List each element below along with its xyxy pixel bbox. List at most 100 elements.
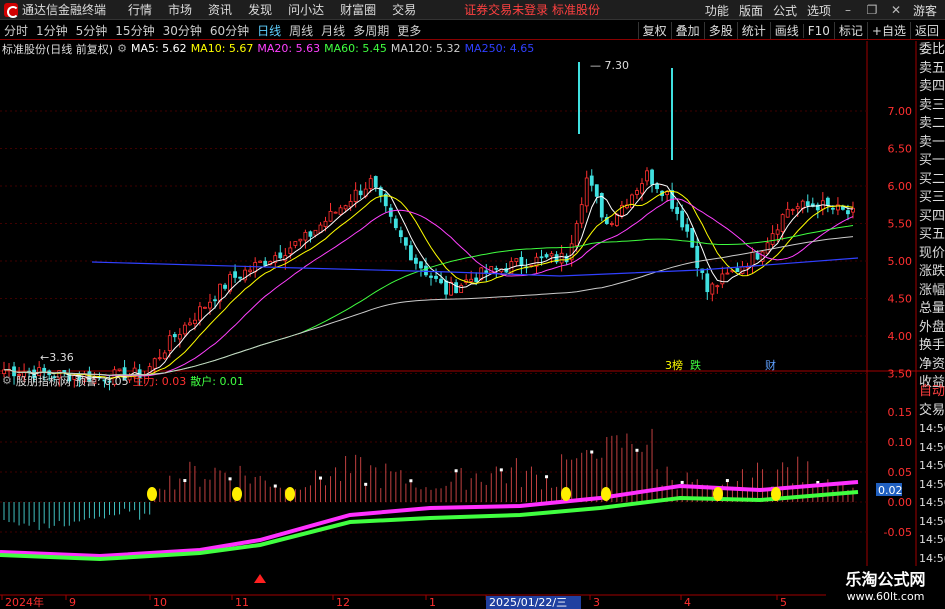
price-chart-area[interactable]: 7.00 6.50 6.00 5.50 5.00 4.50 4.00 3.50 0.15 0.10…: [0, 0, 945, 609]
side-item-0[interactable]: 委比: [917, 41, 945, 60]
side-item-6[interactable]: 买一: [917, 152, 945, 171]
side-item-10[interactable]: 买五: [917, 226, 945, 245]
candle-body: [655, 183, 659, 190]
candle-body: [263, 260, 268, 266]
date-label: 5: [780, 596, 787, 609]
side-item-13[interactable]: 涨幅: [917, 282, 945, 301]
candle-body: [308, 231, 313, 237]
candle-body: [645, 170, 649, 182]
candle-body: [439, 278, 443, 284]
ind-tick-label: 0.15: [888, 406, 913, 419]
candle-body: [258, 260, 263, 263]
ind-tick-label: 0.10: [888, 436, 913, 449]
side-item-2[interactable]: 卖四: [917, 78, 945, 97]
signal-marker: [285, 487, 295, 501]
watermark-url: www.60lt.com: [846, 590, 925, 603]
side-item-9[interactable]: 买四: [917, 208, 945, 227]
candle-body: [584, 177, 589, 207]
event-marker: 3榜: [665, 358, 683, 372]
candle-body: [419, 261, 423, 269]
candle-body: [293, 241, 298, 246]
side-item-1[interactable]: 卖五: [917, 60, 945, 79]
candle-body: [213, 299, 217, 302]
side-item-11[interactable]: 现价: [917, 245, 945, 264]
candle-body: [710, 283, 715, 295]
side-item-7[interactable]: 买二: [917, 171, 945, 190]
side-item-17[interactable]: 净资: [917, 356, 945, 375]
candle-body: [795, 206, 800, 210]
signal-marker: [232, 487, 242, 501]
candle-body: [519, 257, 524, 267]
candle-body: [650, 169, 654, 185]
candle-body: [735, 268, 740, 273]
candle-body: [323, 220, 328, 227]
side-ind-item-5: 14:56: [919, 477, 945, 491]
side-item-15[interactable]: 外盘: [917, 319, 945, 338]
candle-body: [409, 245, 413, 261]
candle-body: [695, 245, 700, 269]
candle-body: [333, 211, 338, 214]
candle-body: [720, 273, 725, 285]
candle-body: [303, 231, 308, 241]
gear-icon[interactable]: ⚙: [2, 374, 12, 387]
candle-body: [424, 265, 428, 276]
candle-body: [393, 218, 398, 229]
ind-tick-label: 0.05: [888, 466, 913, 479]
warning-value: 预警: 0.05: [74, 374, 129, 388]
candle-body: [579, 204, 584, 224]
candle-body: [353, 189, 358, 202]
ma10-label: MA10: 5.67: [190, 42, 254, 55]
price-tick-label: 6.00: [888, 180, 913, 193]
indicator-dot: [590, 450, 594, 454]
retail-line: [0, 490, 859, 562]
indicator-name[interactable]: 股朋指标网: [16, 373, 71, 389]
side-item-8[interactable]: 买三: [917, 189, 945, 208]
candle-body: [680, 210, 685, 228]
date-label: 2025/01/22/三: [489, 596, 567, 609]
gear-icon[interactable]: ⚙: [117, 42, 127, 55]
indicator-dot: [635, 448, 639, 452]
candle-body: [640, 183, 644, 194]
main-force-value: 主力: 0.03: [132, 374, 187, 388]
indicator-dot: [725, 479, 729, 483]
signal-marker: [147, 487, 157, 501]
candle-body: [368, 178, 373, 189]
candle-body: [177, 334, 182, 340]
date-label: 4: [684, 596, 691, 609]
side-item-4[interactable]: 卖二: [917, 115, 945, 134]
candle-body: [398, 230, 403, 238]
date-label: 9: [69, 596, 76, 609]
side-item-3[interactable]: 卖三: [917, 97, 945, 116]
candle-body: [790, 209, 795, 211]
side-item-5[interactable]: 卖一: [917, 134, 945, 153]
indicator-dot: [228, 477, 232, 481]
indicator-dot: [545, 475, 549, 479]
candle-body: [514, 258, 519, 262]
candle-body: [775, 229, 780, 235]
candle-body: [589, 175, 594, 186]
side-ind-item-4: 14:56: [919, 459, 945, 472]
signal-marker: [601, 487, 611, 501]
price-tick-label: 3.50: [888, 368, 913, 381]
indicator-dot: [499, 468, 503, 472]
ind-tick-label: 0.00: [888, 496, 913, 509]
main-chart-info: 标准股份(日线 前复权) ⚙ MA5: 5.62 MA10: 5.67 MA20…: [2, 41, 534, 56]
candle-body: [182, 324, 187, 335]
date-label: 11: [235, 596, 249, 609]
side-item-16[interactable]: 换手: [917, 337, 945, 356]
stock-title[interactable]: 标准股份(日线 前复权): [2, 41, 113, 57]
ma120-label: MA120: 5.32: [390, 42, 461, 55]
side-item-14[interactable]: 总量: [917, 300, 945, 319]
candle-body: [725, 272, 730, 275]
side-item-12[interactable]: 涨跌: [917, 263, 945, 282]
indicator-dot: [364, 482, 368, 486]
candle-body: [770, 233, 775, 245]
candle-body: [218, 283, 222, 302]
candle-body: [162, 352, 167, 359]
candle-body: [705, 273, 710, 293]
candle-body: [172, 334, 177, 338]
indicator-side-panel: 自动交易14:5614:5614:5614:5614:5614:5614:561…: [917, 383, 945, 568]
price-tick-label: 5.00: [888, 255, 913, 268]
signal-marker: [561, 487, 571, 501]
candle-body: [313, 229, 318, 236]
